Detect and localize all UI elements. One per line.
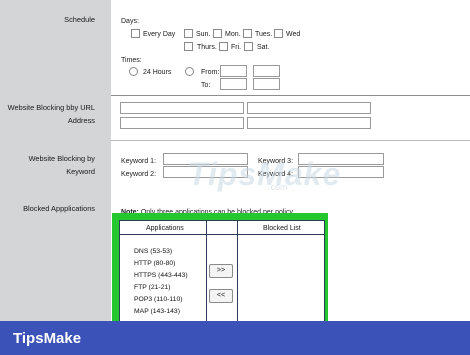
url-blocking-label-line2: Address (67, 116, 95, 125)
from-label: From: (201, 69, 220, 76)
app-item[interactable]: FTP (21-21) (134, 283, 171, 292)
blocked-list-header: Blocked List (263, 225, 301, 232)
applications-header: Applications (146, 225, 184, 232)
footer-bar: TipsMake (0, 321, 470, 355)
add-to-blocked-button[interactable]: >> (209, 264, 233, 278)
to-label: To: (201, 82, 211, 89)
days-title: Days: (121, 18, 139, 25)
thu-label: Thurs. (197, 44, 217, 51)
from-minute-input[interactable] (253, 65, 280, 77)
app-item[interactable]: MAP (143-143) (134, 307, 180, 316)
mon-label: Mon. (225, 31, 241, 38)
keyword-2-label: Keyword 2: (121, 171, 157, 178)
url-blocking-label-line1: Website Blocking bby URL (7, 103, 95, 112)
mon-checkbox[interactable] (213, 29, 222, 38)
url-input-4[interactable] (247, 117, 371, 129)
tue-label: Tues. (255, 31, 273, 38)
col-divider-2 (237, 221, 238, 327)
sat-checkbox[interactable] (244, 42, 253, 51)
header-divider (120, 234, 324, 235)
to-hour-input[interactable] (220, 78, 247, 90)
wed-label: Wed (286, 31, 301, 38)
from-hour-input[interactable] (220, 65, 247, 77)
remove-from-blocked-button[interactable]: << (209, 289, 233, 303)
section-divider-2 (111, 140, 470, 141)
24-hours-radio[interactable] (129, 67, 138, 76)
times-title: Times: (121, 57, 142, 64)
tue-checkbox[interactable] (243, 29, 252, 38)
sun-label: Sun. (196, 31, 211, 38)
app-item[interactable]: HTTPS (443-443) (134, 271, 188, 280)
keyword-blocking-label-line2: Keyword (66, 167, 95, 176)
section-divider (111, 95, 470, 96)
every-day-checkbox[interactable] (131, 29, 140, 38)
blocked-apps-label: Blocked Appplications (23, 204, 95, 213)
url-input-2[interactable] (247, 102, 371, 114)
watermark-suffix: .com (268, 182, 288, 192)
brand-logo: TipsMake (13, 330, 82, 347)
sat-label: Sat. (257, 44, 270, 51)
sun-checkbox[interactable] (184, 29, 193, 38)
app-item[interactable]: HTTP (80-80) (134, 259, 175, 268)
app-item[interactable]: DNS (53-53) (134, 247, 172, 256)
to-minute-input[interactable] (253, 78, 280, 90)
every-day-label: Every Day (143, 31, 176, 38)
fri-label: Fri. (231, 44, 242, 51)
router-settings-page: Schedule Website Blocking bby URL Addres… (0, 0, 470, 355)
url-input-1[interactable] (120, 102, 244, 114)
24-hours-label: 24 Hours (143, 69, 172, 76)
fri-checkbox[interactable] (219, 42, 228, 51)
keyword-blocking-label-line1: Website Blocking by (28, 154, 95, 163)
wed-checkbox[interactable] (274, 29, 283, 38)
schedule-label: Schedule (64, 15, 95, 24)
col-divider-1 (206, 221, 207, 327)
app-item[interactable]: POP3 (110-110) (134, 295, 182, 304)
url-input-3[interactable] (120, 117, 244, 129)
time-range-radio[interactable] (185, 67, 194, 76)
keyword-1-label: Keyword 1: (121, 158, 157, 165)
thu-checkbox[interactable] (184, 42, 193, 51)
